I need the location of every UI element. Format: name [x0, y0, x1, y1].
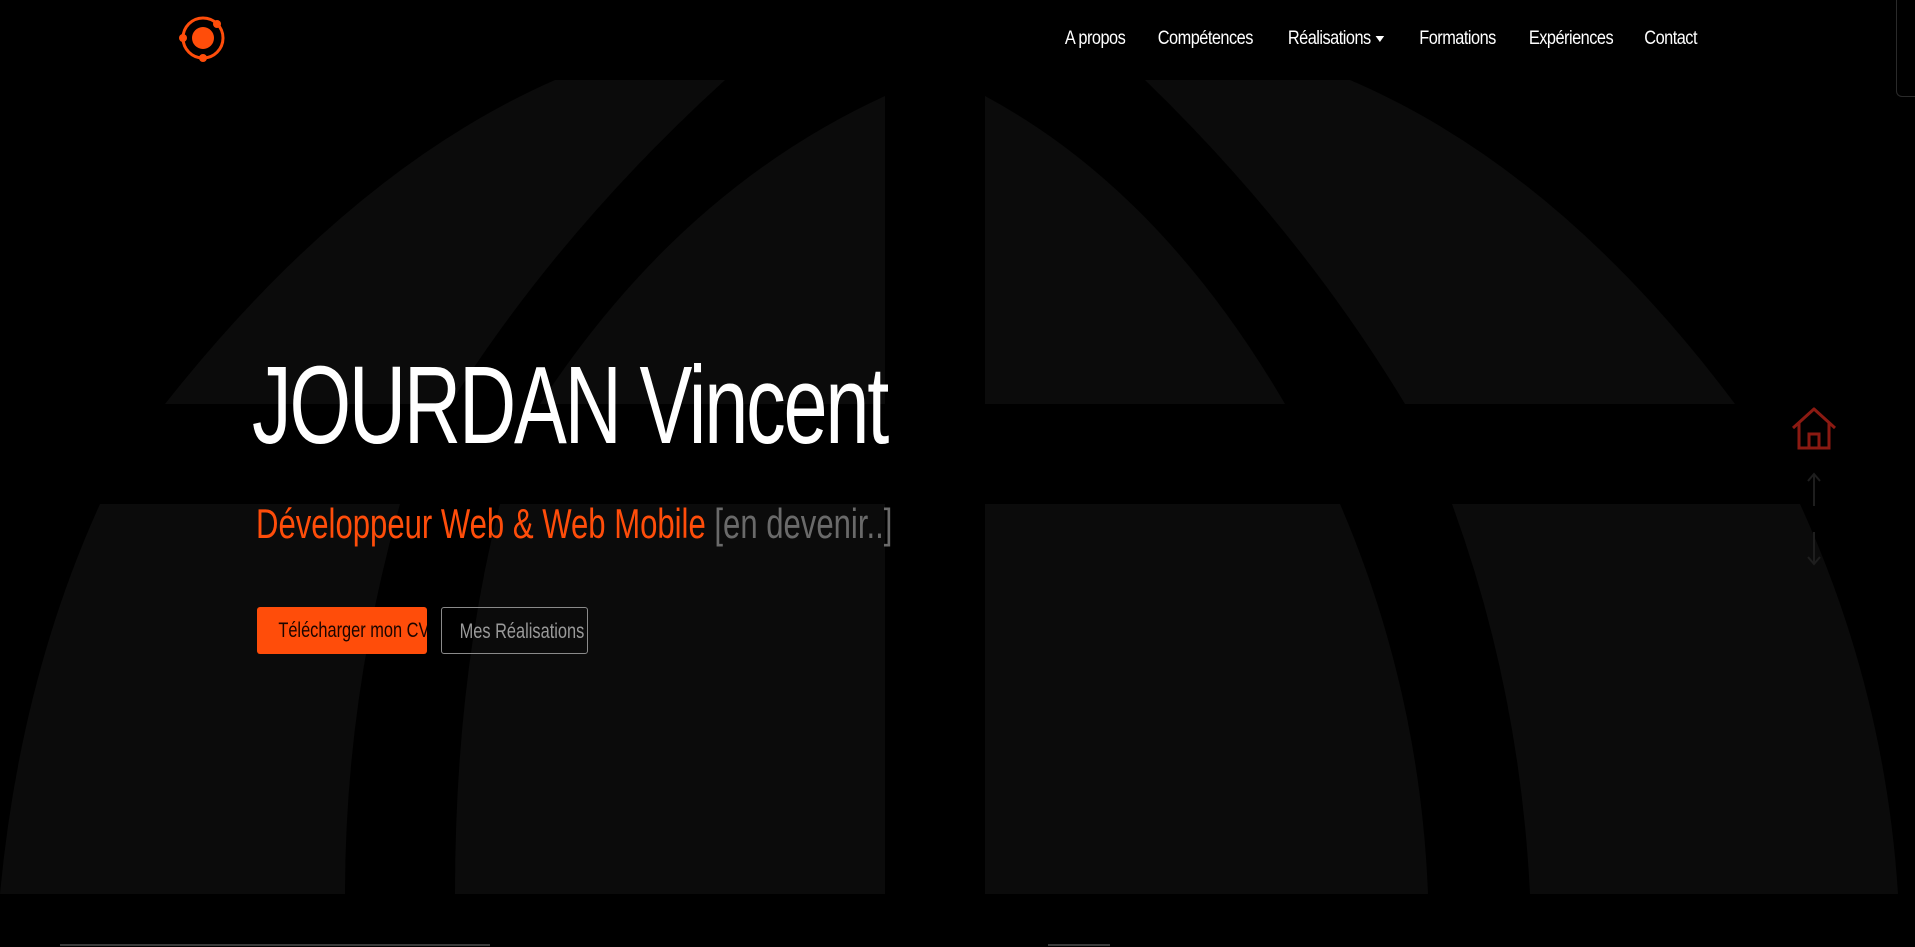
page: A propos Compétences Réalisations Format… [0, 0, 1915, 947]
nav-menu: A propos Compétences Réalisations Format… [1050, 22, 1711, 56]
navbar: A propos Compétences Réalisations Format… [0, 0, 1915, 97]
realisations-button[interactable]: Mes Réalisations [441, 607, 588, 654]
hero-subtitle-extra: [en devenir..] [714, 500, 893, 547]
nav-link-experiences[interactable]: Expériences [1520, 22, 1621, 56]
arrow-down-icon[interactable] [1804, 528, 1824, 568]
nav-link-realisations-label: Réalisations [1288, 28, 1372, 49]
arrow-up-icon[interactable] [1804, 470, 1824, 510]
next-section-divider [1048, 944, 1110, 946]
download-cv-button-label: Télécharger mon CV [278, 619, 427, 642]
home-icon[interactable] [1790, 404, 1838, 452]
nav-link-a-propos[interactable]: A propos [1056, 22, 1134, 56]
next-section-divider [60, 944, 490, 946]
download-cv-button[interactable]: Télécharger mon CV [257, 607, 427, 654]
background-globe-shape [0, 80, 1898, 894]
nav-link-realisations-dropdown[interactable]: Réalisations [1280, 22, 1394, 56]
hero-name: JOURDAN Vincent [252, 344, 889, 467]
orbit-logo-icon[interactable] [176, 12, 230, 64]
nav-link-formations[interactable]: Formations [1410, 22, 1504, 56]
hero-subtitle-main: Développeur Web & Web Mobile [256, 500, 706, 547]
nav-link-competences[interactable]: Compétences [1149, 22, 1261, 56]
scrollbar-tab[interactable] [1896, 0, 1915, 97]
hero-subtitle: Développeur Web & Web Mobile [en devenir… [256, 496, 892, 552]
realisations-button-label: Mes Réalisations [459, 620, 585, 643]
nav-link-contact[interactable]: Contact [1635, 22, 1705, 56]
chevron-down-icon [1376, 36, 1385, 42]
